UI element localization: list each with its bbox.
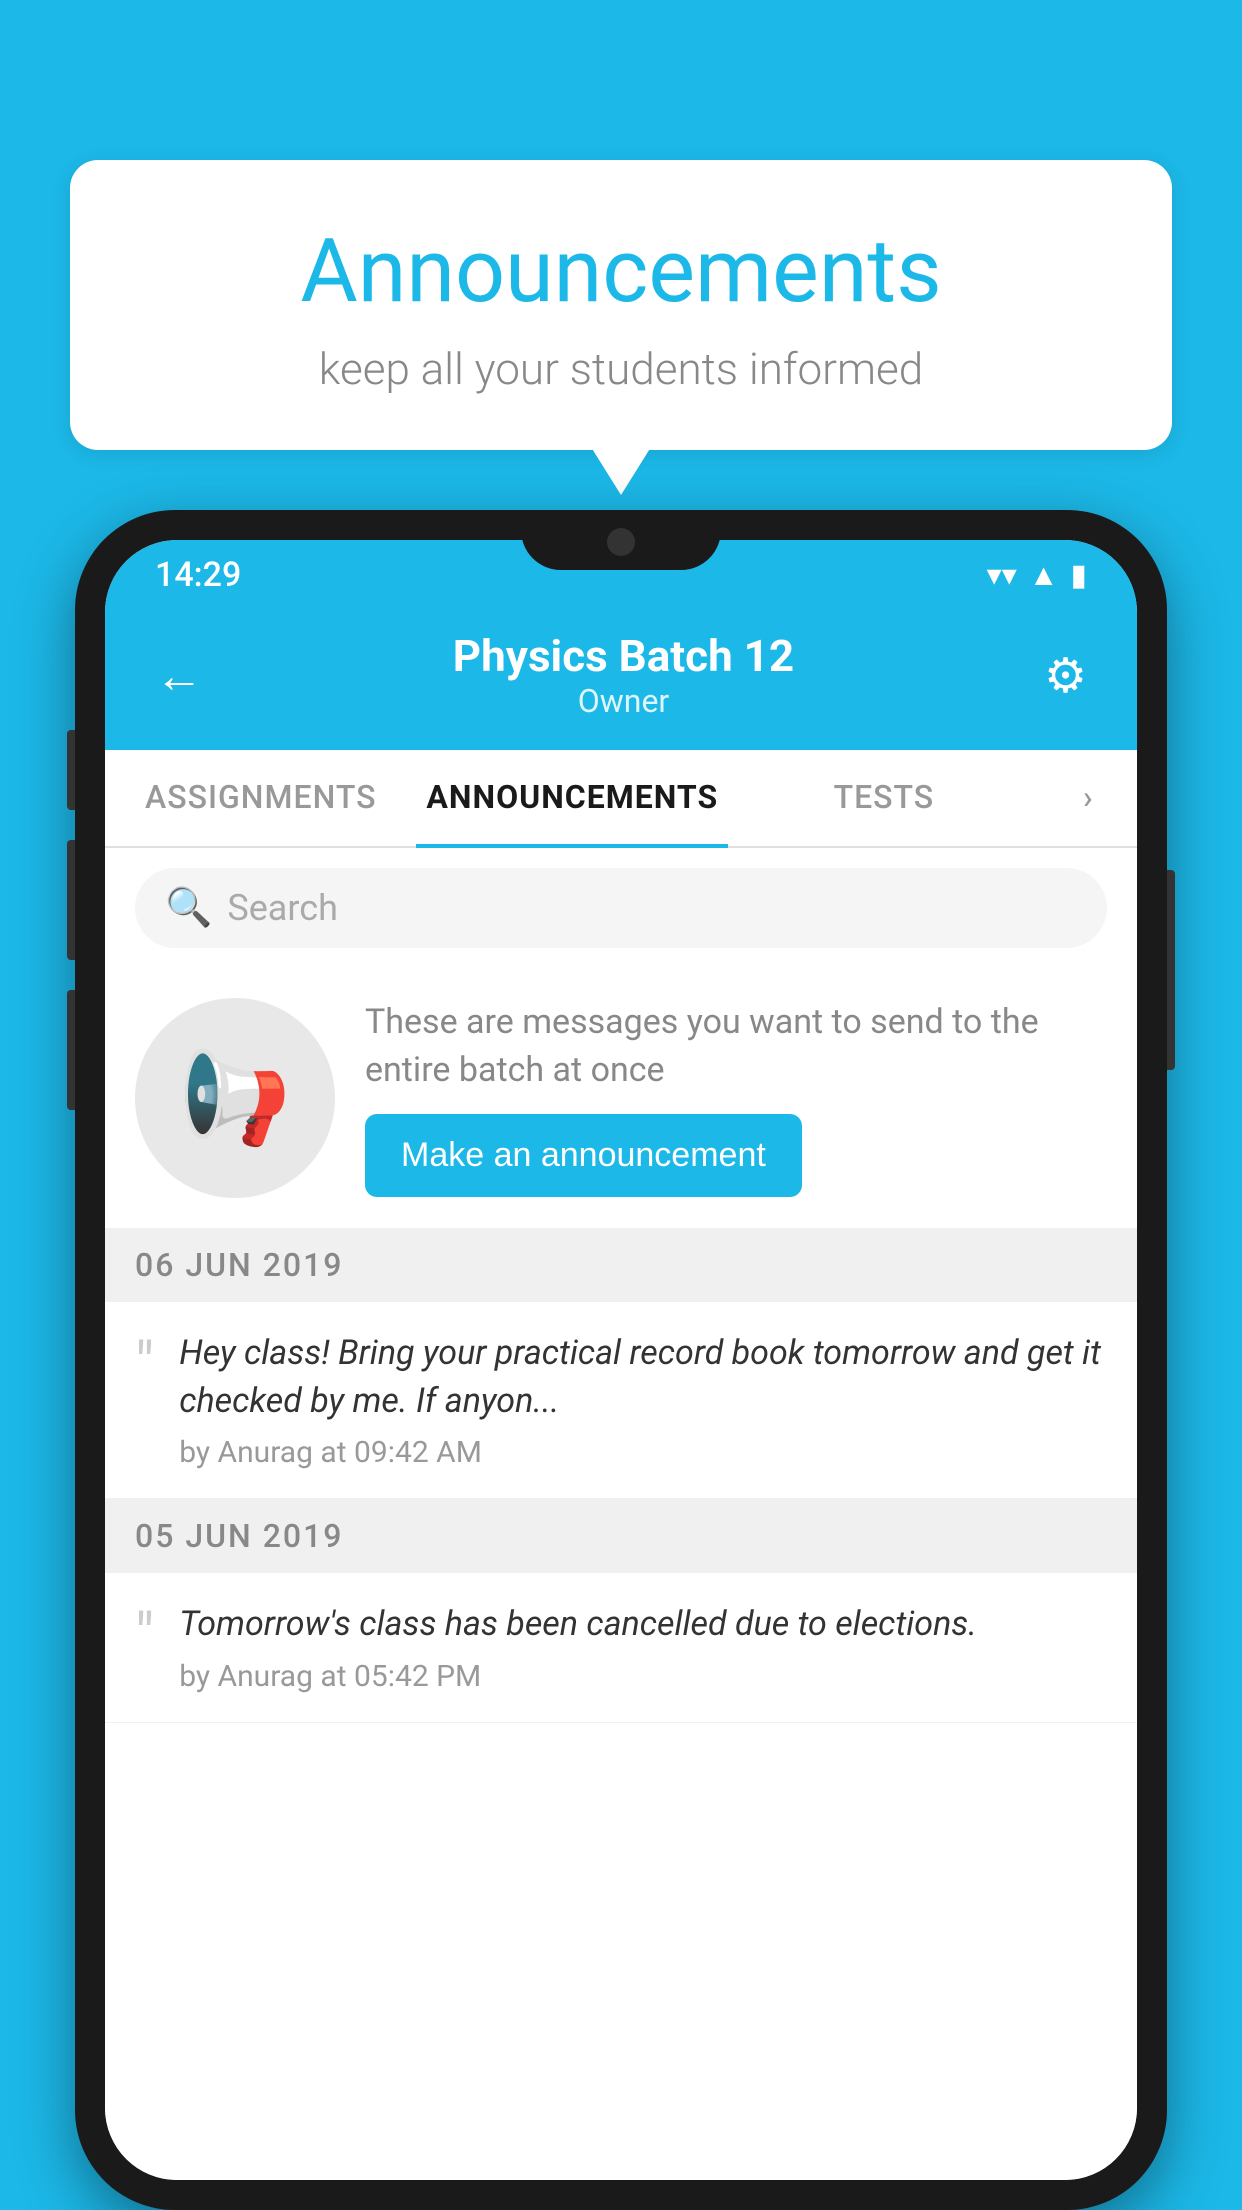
date-label-2: 05 JUN 2019 xyxy=(135,1517,343,1555)
settings-button[interactable]: ⚙ xyxy=(1044,647,1087,704)
announcement-content-2: Tomorrow's class has been cancelled due … xyxy=(179,1601,1107,1694)
announcement-text-2: Tomorrow's class has been cancelled due … xyxy=(179,1601,1107,1649)
make-announcement-button[interactable]: Make an announcement xyxy=(365,1114,802,1197)
batch-role: Owner xyxy=(453,682,794,720)
signal-icon: ▲ xyxy=(1029,558,1059,593)
status-time: 14:29 xyxy=(155,555,241,595)
volume-down-button xyxy=(67,840,75,960)
header-center: Physics Batch 12 Owner xyxy=(453,630,794,720)
announcement-content-1: Hey class! Bring your practical record b… xyxy=(179,1330,1107,1470)
phone-frame: 14:29 ▾▾ ▲ ▮ ← Physics Batch 12 Owner ⚙ … xyxy=(75,510,1167,2210)
promo-icon-circle: 📢 xyxy=(135,998,335,1198)
announcement-item-2[interactable]: " Tomorrow's class has been cancelled du… xyxy=(105,1573,1137,1723)
search-icon: 🔍 xyxy=(165,886,212,930)
battery-icon: ▮ xyxy=(1070,558,1087,593)
phone-screen: 14:29 ▾▾ ▲ ▮ ← Physics Batch 12 Owner ⚙ … xyxy=(105,540,1137,2180)
announcement-text-1: Hey class! Bring your practical record b… xyxy=(179,1330,1107,1425)
tab-tests[interactable]: TESTS xyxy=(728,750,1039,846)
power-button xyxy=(1167,870,1175,1070)
content-area: 🔍 Search 📢 These are messages you want t… xyxy=(105,848,1137,2180)
back-button[interactable]: ← xyxy=(155,647,203,704)
speech-bubble-section: Announcements keep all your students inf… xyxy=(70,160,1172,450)
phone-notch xyxy=(521,510,721,570)
search-bar[interactable]: 🔍 Search xyxy=(135,868,1107,948)
promo-description: These are messages you want to send to t… xyxy=(365,999,1107,1094)
tab-announcements[interactable]: ANNOUNCEMENTS xyxy=(416,750,728,848)
date-divider-2: 05 JUN 2019 xyxy=(105,1499,1137,1573)
megaphone-icon: 📢 xyxy=(179,1046,291,1151)
announcement-item-1[interactable]: " Hey class! Bring your practical record… xyxy=(105,1302,1137,1499)
bubble-subtitle: keep all your students informed xyxy=(130,343,1112,395)
promo-right: These are messages you want to send to t… xyxy=(365,999,1107,1197)
wifi-icon: ▾▾ xyxy=(987,558,1017,593)
quote-icon-1: " xyxy=(135,1335,154,1395)
announcement-author-2: by Anurag at 05:42 PM xyxy=(179,1659,1107,1694)
batch-title: Physics Batch 12 xyxy=(453,630,794,682)
tab-more[interactable]: › xyxy=(1040,750,1137,846)
phone-camera xyxy=(607,528,635,556)
mute-button xyxy=(67,990,75,1110)
date-divider-1: 06 JUN 2019 xyxy=(105,1228,1137,1302)
tab-assignments[interactable]: ASSIGNMENTS xyxy=(105,750,416,846)
speech-bubble: Announcements keep all your students inf… xyxy=(70,160,1172,450)
status-icons: ▾▾ ▲ ▮ xyxy=(987,558,1087,593)
quote-icon-2: " xyxy=(135,1606,154,1666)
search-container: 🔍 Search xyxy=(105,848,1137,968)
promo-card: 📢 These are messages you want to send to… xyxy=(105,968,1137,1228)
search-placeholder: Search xyxy=(227,887,338,929)
bubble-title: Announcements xyxy=(130,220,1112,323)
tab-bar: ASSIGNMENTS ANNOUNCEMENTS TESTS › xyxy=(105,750,1137,848)
volume-up-button xyxy=(67,730,75,810)
date-label-1: 06 JUN 2019 xyxy=(135,1246,343,1284)
announcement-author-1: by Anurag at 09:42 AM xyxy=(179,1435,1107,1470)
app-header: ← Physics Batch 12 Owner ⚙ xyxy=(105,610,1137,750)
